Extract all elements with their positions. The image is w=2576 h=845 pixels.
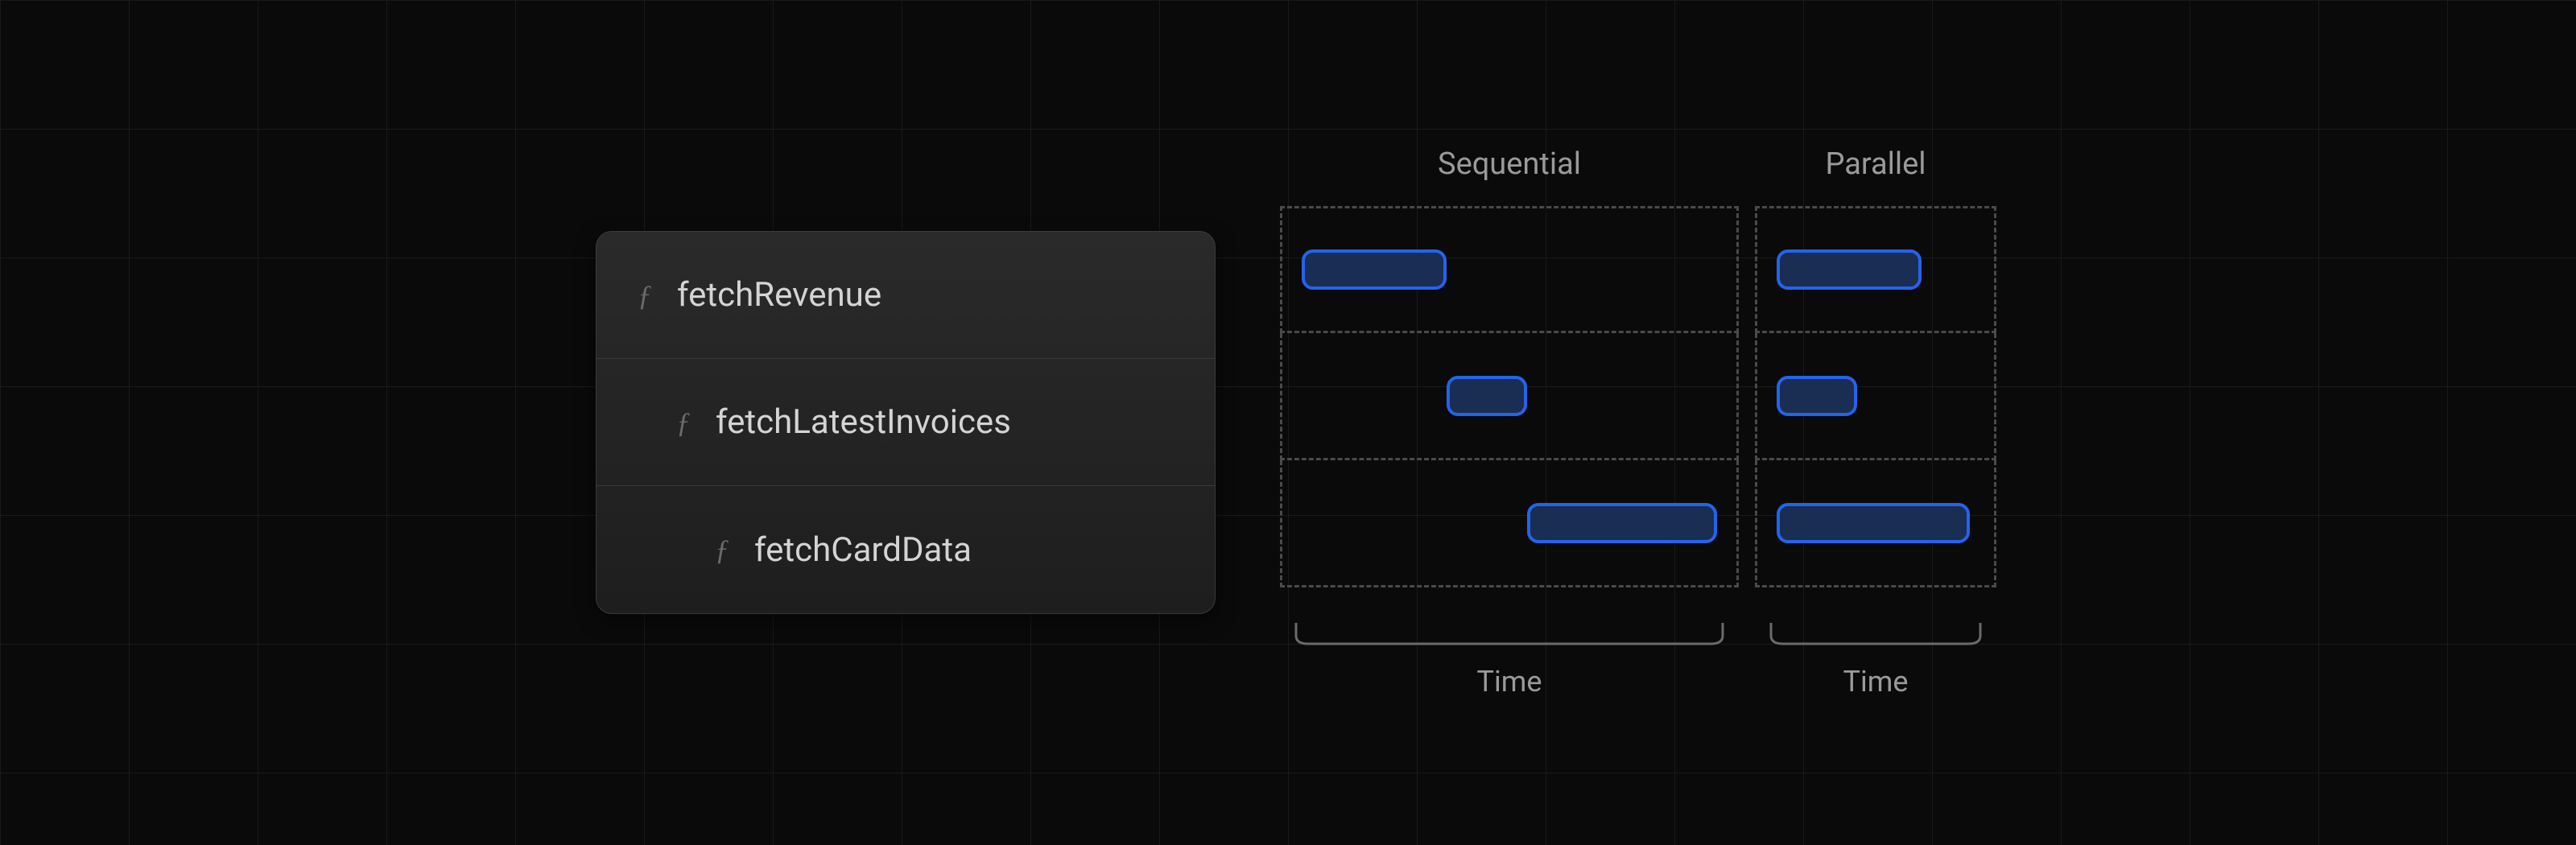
duration-bar	[1777, 249, 1922, 290]
function-row: ƒ fetchRevenue	[597, 232, 1215, 359]
timeline-cell	[1280, 333, 1739, 460]
parallel-header: Parallel	[1755, 146, 1996, 182]
axis-label: Time	[1477, 665, 1542, 699]
duration-bar	[1527, 503, 1717, 543]
sequential-header: Sequential	[1280, 146, 1739, 182]
axis-row: Time Time	[1280, 620, 1996, 699]
sequential-axis: Time	[1280, 620, 1739, 699]
function-icon: ƒ	[635, 278, 654, 312]
diagram-content: ƒ fetchRevenue ƒ fetchLatestInvoices ƒ f…	[0, 0, 2576, 845]
duration-bar	[1447, 376, 1527, 416]
timeline-cell	[1755, 206, 1996, 333]
function-name: fetchRevenue	[677, 275, 881, 315]
function-icon: ƒ	[674, 406, 693, 439]
function-row: ƒ fetchLatestInvoices	[597, 359, 1215, 486]
timeline-grid	[1280, 206, 1996, 587]
parallel-column	[1755, 206, 1996, 587]
timeline-cell	[1755, 333, 1996, 460]
axis-label: Time	[1843, 665, 1909, 699]
function-row: ƒ fetchCardData	[597, 486, 1215, 613]
function-name: fetchLatestInvoices	[716, 402, 1011, 442]
duration-bar	[1777, 376, 1857, 416]
duration-bar	[1777, 503, 1970, 543]
parallel-axis: Time	[1755, 620, 1996, 699]
sequential-column	[1280, 206, 1739, 587]
bracket-icon	[1280, 620, 1739, 652]
function-name: fetchCardData	[754, 530, 972, 570]
bracket-icon	[1755, 620, 1996, 652]
timeline-headers: Sequential Parallel	[1280, 146, 1996, 182]
function-list-card: ƒ fetchRevenue ƒ fetchLatestInvoices ƒ f…	[596, 231, 1216, 614]
timeline-cell	[1755, 460, 1996, 587]
timeline-cell	[1280, 460, 1739, 587]
timeline-section: Sequential Parallel	[1280, 146, 1996, 699]
function-icon: ƒ	[712, 533, 732, 567]
timeline-cell	[1280, 206, 1739, 333]
duration-bar	[1302, 249, 1447, 290]
